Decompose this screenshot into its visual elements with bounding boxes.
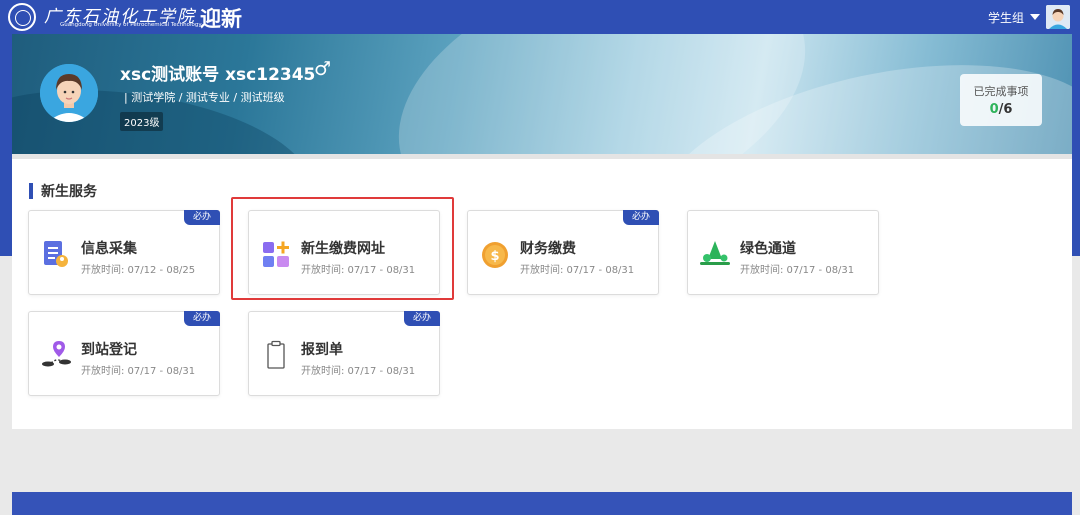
school-name-en: Guangdong University of Petrochemical Te…	[60, 22, 202, 28]
service-card-finance-payment[interactable]: 必办 $ 财务缴费 开放时间: 07/17 - 08/31	[467, 210, 659, 295]
card-open-time: 开放时间: 07/17 - 08/31	[301, 366, 416, 377]
footer-band	[12, 492, 1072, 515]
info-collect-icon	[44, 241, 68, 267]
progress-total-count: 6	[1003, 102, 1013, 117]
student-name: xsc测试账号 xsc12345	[120, 65, 316, 85]
svg-text:$: $	[490, 249, 499, 264]
card-title: 信息采集	[81, 241, 137, 257]
card-title: 财务缴费	[520, 241, 576, 257]
clipboard-icon	[267, 340, 285, 369]
user-avatar-icon[interactable]	[1046, 5, 1070, 29]
user-group-label[interactable]: 学生组	[988, 9, 1024, 26]
progress-value: 0/6	[960, 102, 1042, 117]
user-menu[interactable]: 学生组	[988, 4, 1070, 30]
coin-icon: $	[482, 242, 508, 268]
top-bar: 广东石油化工学院 Guangdong University of Petroch…	[0, 0, 1080, 34]
service-card-station-register[interactable]: 必办 到站登记 开放时间: 07/17 - 08/31	[28, 311, 220, 396]
gender-male-icon: ♂	[314, 58, 332, 80]
app-title: 迎新	[200, 7, 242, 31]
school-seal-icon	[8, 3, 36, 31]
card-open-time: 开放时间: 07/17 - 08/31	[81, 366, 196, 377]
section-header: 新生服务	[29, 181, 97, 201]
section-accent-bar	[29, 183, 33, 199]
card-open-time: 开放时间: 07/12 - 08/25	[81, 265, 196, 276]
required-badge: 必办	[623, 210, 659, 225]
location-pin-icon	[42, 341, 71, 367]
section-title: 新生服务	[41, 184, 97, 200]
profile-banner: xsc测试账号 xsc12345 ♂ | 测试学院 / 测试专业 / 测试班级 …	[12, 34, 1072, 154]
card-open-time: 开放时间: 07/17 - 08/31	[520, 265, 635, 276]
selection-highlight	[231, 197, 454, 300]
card-title: 绿色通道	[740, 241, 796, 257]
service-card-registration-form[interactable]: 必办 报到单 开放时间: 07/17 - 08/31	[248, 311, 440, 396]
card-title: 到站登记	[81, 342, 137, 358]
card-open-time: 开放时间: 07/17 - 08/31	[740, 265, 855, 276]
student-org-path: | 测试学院 / 测试专业 / 测试班级	[124, 91, 285, 104]
progress-done-count: 0	[989, 102, 999, 117]
progress-label: 已完成事项	[973, 85, 1029, 98]
profile-avatar-icon	[40, 64, 98, 122]
card-title: 报到单	[301, 342, 343, 358]
required-badge: 必办	[184, 210, 220, 225]
green-channel-icon	[700, 241, 730, 265]
grade-badge: 2023级	[120, 112, 164, 131]
progress-summary: 已完成事项 0/6	[960, 74, 1042, 126]
required-badge: 必办	[404, 311, 440, 326]
caret-down-icon[interactable]	[1030, 14, 1040, 20]
service-card-green-channel[interactable]: 绿色通道 开放时间: 07/17 - 08/31	[687, 210, 879, 295]
required-badge: 必办	[184, 311, 220, 326]
service-card-info-collect[interactable]: 必办 信息采集 开放时间: 07/12 - 08/25	[28, 210, 220, 295]
